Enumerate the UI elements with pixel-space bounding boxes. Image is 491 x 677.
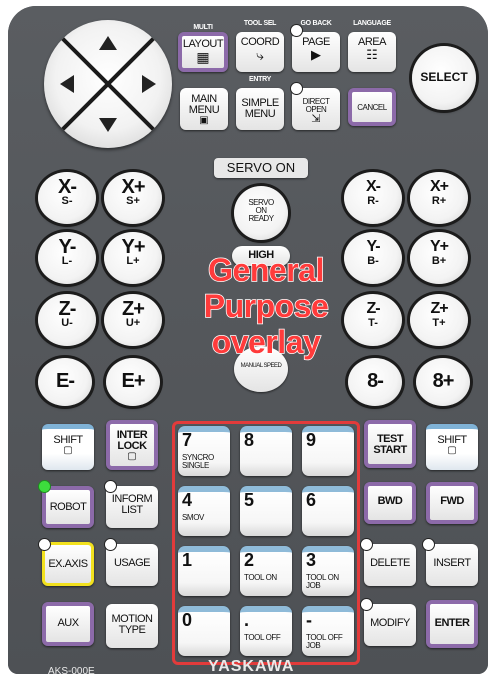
numpad-digit: 6 (306, 490, 317, 510)
numpad-key-10[interactable]: . TOOL OFF (240, 606, 292, 656)
servo-on-label: SERVO ON (214, 158, 308, 178)
numpad-digit: 2 (244, 550, 255, 570)
numpad-key-7[interactable]: 2 TOOL ON (240, 546, 292, 596)
numpad-digit: 4 (182, 490, 193, 510)
numpad-digit: . (244, 610, 250, 630)
page-icon: ▶ (311, 47, 321, 62)
layout-key[interactable]: MULTI LAYOUT ▦ (178, 24, 228, 72)
down-arrow-icon[interactable] (99, 118, 117, 132)
y-minus-key[interactable]: Y- L- (38, 232, 96, 284)
insert-key[interactable]: INSERT (426, 544, 478, 586)
x-plus-key[interactable]: X+ S+ (104, 172, 162, 224)
select-button[interactable]: SELECT (412, 46, 476, 110)
delete-key[interactable]: DELETE (364, 544, 416, 586)
inform-list-key[interactable]: INFORM LIST (106, 486, 158, 528)
right-arrow-icon[interactable] (142, 75, 156, 93)
ex-axis-indicator-dot (38, 538, 51, 551)
delete-indicator-dot (360, 538, 373, 551)
usage-indicator-dot (104, 538, 117, 551)
numpad-digit: 9 (306, 430, 317, 450)
rz-plus-key[interactable]: Z+ T+ (410, 294, 468, 346)
eight-minus-key[interactable]: 8- (348, 358, 402, 406)
robot-key[interactable]: ROBOT (42, 486, 94, 528)
numpad-digit: 5 (244, 490, 255, 510)
shift-right-key[interactable]: SHIFT ▢ (426, 424, 478, 470)
numpad-key-8[interactable]: 3 TOOL ON JOB (302, 546, 354, 596)
numpad-digit: 0 (182, 610, 193, 630)
ex-axis-key[interactable]: EX.AXIS (42, 542, 94, 586)
shift-left-key[interactable]: SHIFT ▢ (42, 424, 94, 470)
numpad-key-6[interactable]: 1 (178, 546, 230, 596)
numpad-sublabel: TOOL ON JOB (306, 573, 339, 590)
y-plus-key[interactable]: Y+ L+ (104, 232, 162, 284)
rx-minus-key[interactable]: X- R- (344, 172, 402, 224)
numpad-sublabel: TOOL OFF (244, 633, 281, 642)
main-menu-key[interactable]: MAIN MENU ▣ (180, 88, 228, 130)
numpad-key-1[interactable]: 8 (240, 426, 292, 476)
numpad-digit: 3 (306, 550, 317, 570)
numpad-digit: 7 (182, 430, 193, 450)
page-indicator-dot (290, 24, 303, 37)
numpad-digit: - (306, 610, 312, 630)
numpad-sublabel: TOOL OFF JOB (306, 633, 343, 650)
coord-icon: ⤷ (256, 47, 264, 63)
area-icon: ☷ (366, 47, 378, 62)
area-key[interactable]: LANGUAGE AREA ☷ (348, 20, 396, 72)
x-minus-key[interactable]: X- S- (38, 172, 96, 224)
rx-plus-key[interactable]: X+ R+ (410, 172, 468, 224)
left-arrow-icon[interactable] (60, 75, 74, 93)
numpad-key-9[interactable]: 0 (178, 606, 230, 656)
brand-logo-text: YASKAWA (208, 658, 295, 674)
main-menu-icon: ▣ (199, 115, 209, 126)
e-plus-key[interactable]: E+ (106, 358, 160, 406)
fwd-key[interactable]: FWD (426, 482, 478, 524)
numpad-digit: 8 (244, 430, 255, 450)
test-start-key[interactable]: TEST START (364, 420, 416, 468)
simple-menu-key[interactable]: ENTRY SIMPLE MENU (236, 76, 284, 130)
cursor-dpad[interactable] (44, 20, 172, 148)
servo-on-ready-button[interactable]: SERVO ON READY (234, 186, 288, 240)
e-minus-key[interactable]: E- (38, 358, 92, 406)
modify-indicator-dot (360, 598, 373, 611)
numpad-key-11[interactable]: - TOOL OFF JOB (302, 606, 354, 656)
eight-plus-key[interactable]: 8+ (416, 358, 470, 406)
numpad-key-3[interactable]: 4 SMOV (178, 486, 230, 536)
usage-key[interactable]: USAGE (106, 544, 158, 586)
interlock-key[interactable]: INTER LOCK ▢ (106, 420, 158, 470)
inform-indicator-dot (104, 480, 117, 493)
numpad-key-4[interactable]: 5 (240, 486, 292, 536)
overlay-caption: General Purpose overlay (203, 251, 330, 361)
numpad-key-2[interactable]: 9 (302, 426, 354, 476)
ry-plus-key[interactable]: Y+ B+ (410, 232, 468, 284)
layout-icon: ▦ (196, 49, 210, 65)
z-plus-key[interactable]: Z+ U+ (104, 294, 162, 346)
insert-indicator-dot (422, 538, 435, 551)
model-number: AKS-000E (48, 666, 95, 674)
interlock-square-icon: ▢ (127, 451, 137, 462)
shift-right-square-icon: ▢ (447, 445, 457, 456)
numpad-digit: 1 (182, 550, 193, 570)
aux-key[interactable]: AUX (42, 602, 94, 646)
page-key[interactable]: GO BACK PAGE ▶ (292, 20, 340, 72)
modify-key[interactable]: MODIFY (364, 604, 416, 646)
direct-open-icon: ⇲ (311, 113, 321, 125)
bwd-key[interactable]: BWD (364, 482, 416, 524)
numpad-sublabel: SMOV (182, 513, 204, 522)
numpad-sublabel: TOOL ON (244, 573, 277, 582)
z-minus-key[interactable]: Z- U- (38, 294, 96, 346)
numpad-key-0[interactable]: 7 SYNCRO SINGLE (178, 426, 230, 476)
motion-type-key[interactable]: MOTION TYPE (106, 604, 158, 648)
teach-pendant-panel: MULTI LAYOUT ▦ TOOL SEL COORD ⤷ GO BACK … (8, 6, 488, 674)
numpad-key-5[interactable]: 6 (302, 486, 354, 536)
cancel-key[interactable]: CANCEL (348, 88, 396, 126)
robot-status-led (38, 480, 51, 493)
shift-square-icon: ▢ (63, 445, 73, 456)
coord-key[interactable]: TOOL SEL COORD ⤷ (236, 20, 284, 72)
enter-key[interactable]: ENTER (426, 600, 478, 648)
direct-open-indicator-dot (290, 82, 303, 95)
numpad-sublabel: SYNCRO SINGLE (182, 453, 214, 470)
up-arrow-icon[interactable] (99, 36, 117, 50)
